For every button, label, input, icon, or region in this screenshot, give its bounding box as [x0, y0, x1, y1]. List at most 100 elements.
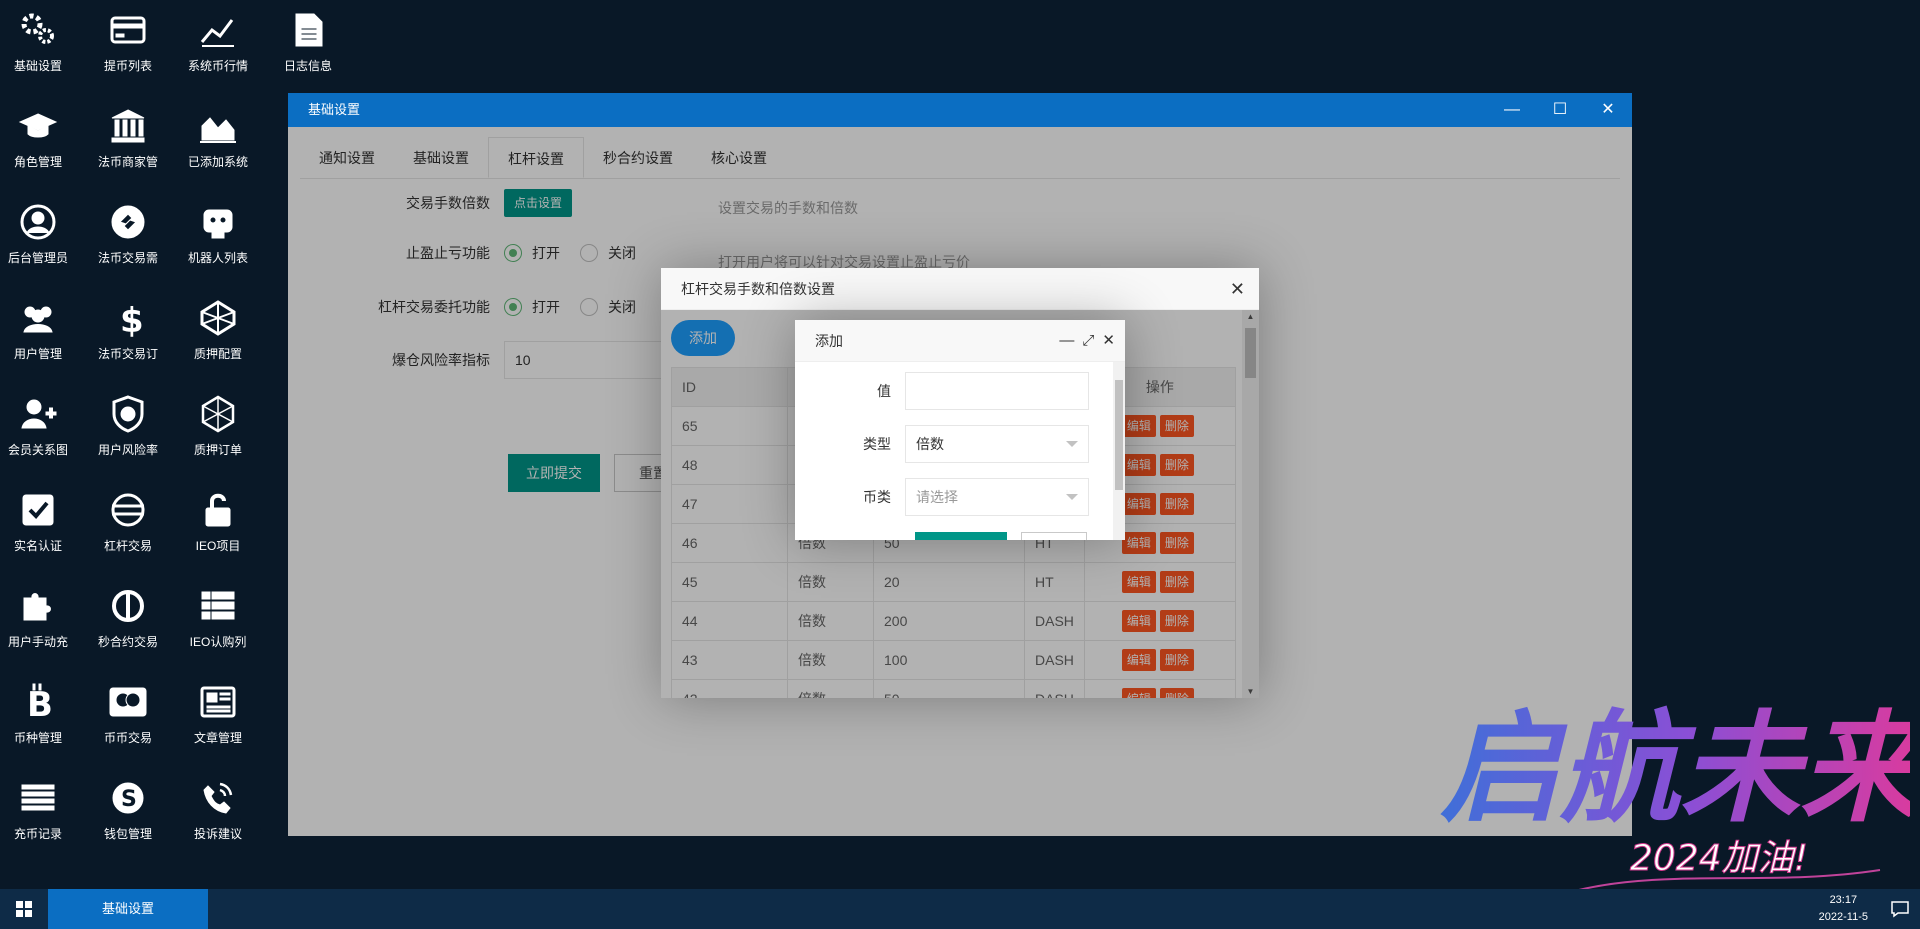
maximize-icon[interactable]: ☐: [1536, 93, 1584, 127]
watermark: 启航未来 2024加油!: [1440, 698, 1910, 909]
desktop-icon-label: 角色管理: [13, 155, 62, 169]
graduation-cap-icon: [18, 113, 58, 138]
scroll-thumb[interactable]: [1115, 380, 1123, 490]
maximize-icon[interactable]: ⤢: [1082, 320, 1094, 362]
desktop-icon-label: 已添加系统: [187, 155, 248, 169]
add-dialog-scrollbar[interactable]: [1113, 362, 1125, 540]
value-input[interactable]: [905, 372, 1089, 410]
add-dialog-titlebar: 添加 — ⤢ ✕: [795, 320, 1125, 362]
list-icon: [21, 784, 55, 811]
desktop-icon[interactable]: 角色管理: [0, 88, 86, 176]
desktop-icon[interactable]: 后台管理员: [0, 184, 86, 272]
desktop-icon[interactable]: S 钱包管理: [80, 760, 176, 848]
watermark-text: 启航未来: [1440, 698, 1910, 839]
credit-card-icon: [110, 16, 146, 44]
start-button[interactable]: [0, 889, 48, 929]
desktop-icon[interactable]: 已添加系统: [170, 88, 266, 176]
taskbar-item-basic-settings[interactable]: 基础设置: [48, 889, 208, 929]
shield-coin-icon: [112, 395, 144, 433]
desktop-icon-label: 系统币行情: [187, 59, 248, 73]
notification-icon[interactable]: [1890, 899, 1910, 919]
clock-date: 2022-11-5: [1818, 911, 1868, 923]
codepen-icon: [200, 300, 236, 336]
desktop-icon[interactable]: 币币交易: [80, 664, 176, 752]
desktop-icon-label: 法币交易订: [97, 347, 158, 361]
windows-icon: [16, 901, 32, 917]
phone-volume-icon: [203, 782, 233, 814]
window-titlebar[interactable]: 基础设置 — ☐ ✕: [288, 93, 1632, 127]
clock[interactable]: 23:17 2022-11-5: [1819, 892, 1868, 926]
value-label: 值: [877, 383, 891, 399]
desktop-icon[interactable]: 日志信息: [260, 0, 356, 80]
exchange-circle-icon: [111, 205, 145, 239]
user-plus-icon: [21, 399, 57, 429]
desktop-icon[interactable]: 提币列表: [80, 0, 176, 80]
chevron-down-icon: [1066, 441, 1078, 447]
close-icon[interactable]: ✕: [1230, 268, 1245, 310]
desktop-icon[interactable]: 基础设置: [0, 0, 86, 80]
desktop-icon[interactable]: IEO认购列: [170, 568, 266, 656]
desktop-icon-label: 法币交易需: [97, 251, 158, 265]
svg-text:B: B: [27, 685, 53, 722]
desktop-icon[interactable]: 会员关系图: [0, 376, 86, 464]
desktop-icon-label: 用户手动充: [7, 635, 68, 649]
add-dialog: 添加 — ⤢ ✕ 值 类型 倍数 币类 请选择: [795, 320, 1125, 540]
desktop-icon-label: 用户风险率: [97, 443, 158, 457]
desktop-icon-label: IEO认购列: [189, 635, 247, 649]
chevron-down-icon: [1066, 494, 1078, 500]
cancel-button[interactable]: [1021, 532, 1087, 540]
desktop-icon[interactable]: 文章管理: [170, 664, 266, 752]
desktop-icon[interactable]: IEO项目: [170, 472, 266, 560]
coin-select[interactable]: 请选择: [905, 478, 1089, 516]
users-icon: [23, 306, 53, 333]
mastercard-icon: [109, 687, 147, 717]
desktop-icon[interactable]: $ 法币交易订: [80, 280, 176, 368]
clock-time: 23:17: [1829, 894, 1858, 906]
desktop-icon-label: 法币商家管: [97, 155, 158, 169]
desktop-icon[interactable]: 杠杆交易: [80, 472, 176, 560]
svg-text:S: S: [121, 787, 137, 812]
desktop-icon[interactable]: 充币记录: [0, 760, 86, 848]
type-label: 类型: [863, 436, 891, 452]
desktop-icon[interactable]: 用户管理: [0, 280, 86, 368]
desktop-icon[interactable]: 机器人列表: [170, 184, 266, 272]
desktop-icon-label: 文章管理: [193, 731, 242, 745]
desktop-icon[interactable]: 用户手动充: [0, 568, 86, 656]
unlock-icon: [205, 493, 231, 527]
desktop-icon[interactable]: 质押配置: [170, 280, 266, 368]
line-chart-icon: [200, 19, 234, 47]
desktop-icon[interactable]: 法币交易需: [80, 184, 176, 272]
list-blocks-icon: [201, 591, 235, 620]
puzzle-icon: [23, 593, 51, 621]
desktop-icon[interactable]: 秒合约交易: [80, 568, 176, 656]
desktop-icon-label: 币种管理: [13, 731, 62, 745]
desktop-icon-label: 用户管理: [13, 347, 62, 361]
robot-icon: [203, 209, 233, 239]
bitcoin-icon: B: [27, 683, 53, 722]
watermark-subtext: 2024加油!: [1630, 838, 1808, 879]
desktop-icon-label: 基础设置: [13, 59, 62, 73]
desktop-icon[interactable]: 系统币行情: [170, 0, 266, 80]
confirm-button[interactable]: [915, 532, 1007, 540]
value-row: 值: [795, 372, 1089, 410]
desktop-icon[interactable]: 实名认证: [0, 472, 86, 560]
coin-label: 币类: [863, 489, 891, 505]
close-icon[interactable]: ✕: [1102, 320, 1115, 362]
close-icon[interactable]: ✕: [1584, 93, 1632, 127]
check-square-icon: [22, 494, 54, 526]
desktop-icon-label: 充币记录: [13, 827, 62, 841]
globe-lines-icon: [111, 493, 145, 527]
desktop-icon-label: 后台管理员: [7, 251, 68, 265]
desktop-icon[interactable]: B 币种管理: [0, 664, 86, 752]
minimize-icon[interactable]: —: [1488, 93, 1536, 127]
desktop-icon[interactable]: 投诉建议: [170, 760, 266, 848]
rebel-icon: [112, 590, 144, 622]
type-select[interactable]: 倍数: [905, 425, 1089, 463]
desktop-icon[interactable]: 法币商家管: [80, 88, 176, 176]
desktop-icon-label: 日志信息: [283, 59, 332, 73]
desktop-icon[interactable]: 用户风险率: [80, 376, 176, 464]
desktop-icon[interactable]: 质押订单: [170, 376, 266, 464]
hexagon-mesh-icon: [201, 395, 235, 433]
minimize-icon[interactable]: —: [1059, 320, 1074, 362]
desktop-icon-label: 质押订单: [193, 443, 242, 457]
